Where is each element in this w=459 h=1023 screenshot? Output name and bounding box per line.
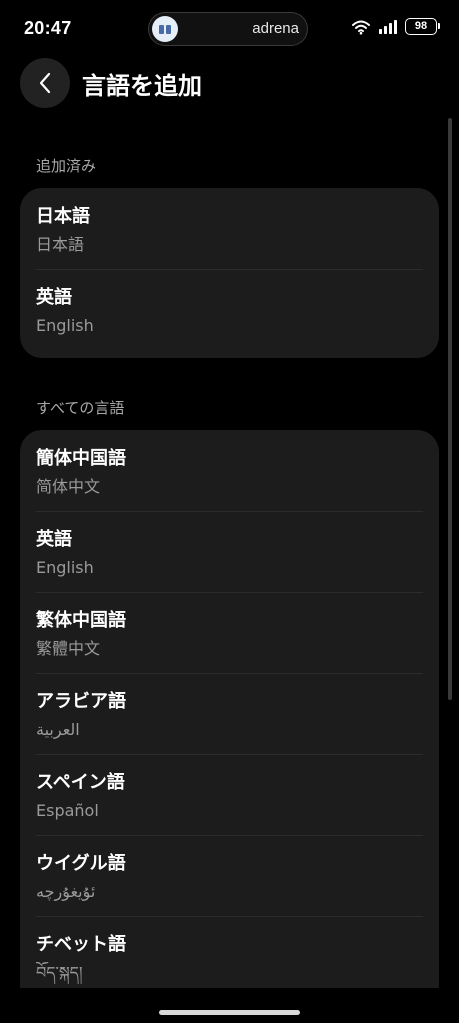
language-native-name: ئۇيغۇرچە bbox=[36, 882, 96, 901]
page-title: 言語を追加 bbox=[82, 72, 202, 100]
back-arrow-icon bbox=[39, 72, 51, 94]
language-native-name: བོད་སྐད། bbox=[36, 963, 83, 982]
list-item-uyghur[interactable]: ウイグル語 ئۇيغۇرچە bbox=[20, 835, 439, 916]
language-name: 英語 bbox=[36, 287, 72, 308]
list-item-added-japanese[interactable]: 日本語 日本語 bbox=[20, 188, 439, 269]
language-name: 日本語 bbox=[36, 206, 90, 227]
language-name: 英語 bbox=[36, 529, 72, 550]
status-time: 20:47 bbox=[24, 18, 72, 38]
language-native-name: 繁體中文 bbox=[36, 639, 101, 658]
added-languages-card: 日本語 日本語 英語 English bbox=[20, 188, 439, 358]
language-native-name: العربية bbox=[36, 720, 80, 739]
app-bar: 言語を追加 bbox=[0, 58, 459, 108]
language-native-name: Español bbox=[36, 801, 99, 820]
language-name: ウイグル語 bbox=[36, 853, 126, 874]
status-bar: 20:47 adrena 98 bbox=[0, 0, 459, 58]
list-item-arabic[interactable]: アラビア語 العربية bbox=[20, 673, 439, 754]
language-name: アラビア語 bbox=[36, 691, 126, 712]
wifi-icon bbox=[352, 20, 370, 34]
all-languages-card: 簡体中国語 简体中文 英語 English 繁体中国語 繁體中文 アラビア語 ا… bbox=[20, 430, 439, 988]
list-item-added-english[interactable]: 英語 English bbox=[20, 269, 439, 350]
section-header-added: 追加済み bbox=[36, 157, 97, 175]
language-name: スペイン語 bbox=[36, 772, 125, 793]
back-button[interactable] bbox=[20, 58, 70, 108]
language-name: チベット語 bbox=[36, 934, 126, 955]
list-item-english[interactable]: 英語 English bbox=[20, 511, 439, 592]
scrollbar[interactable] bbox=[448, 118, 452, 700]
language-native-name: English bbox=[36, 316, 94, 335]
language-native-name: 日本語 bbox=[36, 235, 85, 254]
language-name: 繁体中国語 bbox=[36, 610, 126, 631]
section-header-all-languages: すべての言語 bbox=[36, 399, 125, 417]
status-icons: 98 bbox=[351, 18, 440, 35]
dynamic-island[interactable]: adrena bbox=[148, 12, 308, 46]
battery-icon: 98 bbox=[405, 18, 440, 35]
list-item-simplified-chinese[interactable]: 簡体中国語 简体中文 bbox=[20, 430, 439, 511]
signal-icon bbox=[379, 19, 397, 34]
list-item-tibetan[interactable]: チベット語 བོད་སྐད། bbox=[20, 916, 439, 988]
language-native-name: 简体中文 bbox=[36, 477, 101, 496]
island-label: adrena bbox=[252, 20, 299, 37]
home-indicator[interactable] bbox=[159, 1010, 300, 1015]
navigation-bar bbox=[0, 988, 459, 1023]
language-name: 簡体中国語 bbox=[36, 448, 126, 469]
language-native-name: English bbox=[36, 558, 94, 577]
list-item-traditional-chinese[interactable]: 繁体中国語 繁體中文 bbox=[20, 592, 439, 673]
list-item-spanish[interactable]: スペイン語 Español bbox=[20, 754, 439, 835]
island-avatar-icon bbox=[152, 16, 178, 42]
